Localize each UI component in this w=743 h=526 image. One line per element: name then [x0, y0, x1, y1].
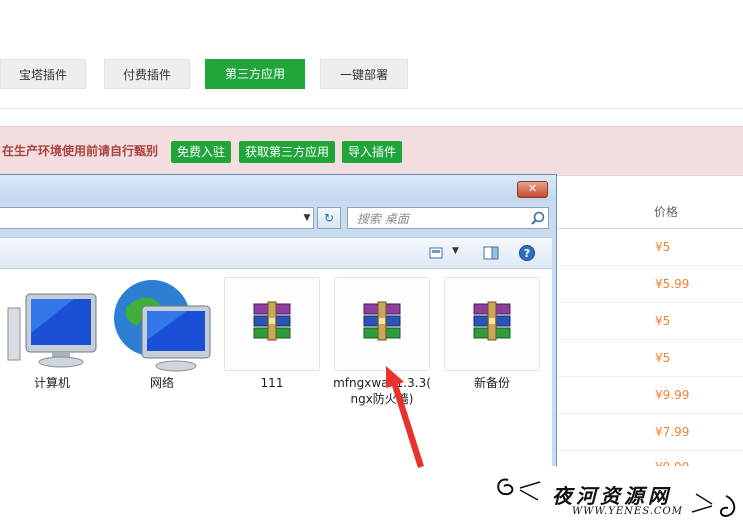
close-button[interactable]: ✕ — [517, 181, 548, 198]
refresh-icon: ↻ — [323, 211, 335, 225]
row-divider — [556, 339, 743, 340]
watermark-title: 夜河资源网 — [552, 484, 672, 508]
price-cell: ¥9.99 — [655, 388, 690, 402]
item-label-111: 111 — [260, 376, 284, 390]
red-arrow-annotation — [386, 366, 424, 468]
tabs-divider — [0, 108, 743, 109]
view-options-icon[interactable] — [428, 244, 446, 262]
tab-label: 付费插件 — [122, 68, 171, 82]
tab-one-click-deploy[interactable]: 一键部署 — [320, 59, 408, 89]
tab-label: 宝塔插件 — [18, 68, 67, 82]
item-label-network: 网络 — [149, 376, 174, 390]
search-placeholder: 搜索 桌面 — [357, 212, 409, 226]
row-divider — [556, 265, 743, 266]
price-cell: ¥5 — [655, 240, 671, 254]
help-icon[interactable]: ? — [518, 244, 536, 262]
row-divider — [556, 376, 743, 377]
row-divider — [556, 302, 743, 303]
price-cell: ¥5 — [655, 351, 671, 365]
price-column-header: 价格 — [654, 205, 679, 219]
tab-third-party-apps[interactable]: 第三方应用 — [205, 59, 305, 89]
tab-label: 一键部署 — [339, 68, 388, 82]
free-join-button[interactable]: 免费入驻 — [171, 141, 231, 163]
tab-label: 第三方应用 — [224, 67, 285, 81]
banner-text: 在生产环境使用前请自行甄别 — [2, 144, 159, 158]
watermark-url: WWW.YENES.COM — [572, 506, 683, 517]
view-dropdown-icon[interactable]: ▼ — [452, 246, 459, 256]
tab-paid-plugins[interactable]: 付费插件 — [104, 59, 190, 89]
explorer-titlebar[interactable] — [0, 175, 556, 201]
preview-pane-icon[interactable] — [482, 244, 500, 262]
search-icon[interactable] — [530, 210, 546, 226]
watermark: 夜河资源网 WWW.YENES.COM — [490, 466, 743, 526]
computer-icon[interactable] — [4, 288, 100, 372]
winrar-archive-icon — [473, 301, 511, 341]
explorer-toolbar — [0, 237, 552, 269]
price-cell: ¥7.99 — [655, 425, 690, 439]
svg-text:?: ? — [524, 247, 530, 260]
close-icon: ✕ — [527, 182, 538, 195]
price-cell: ¥5 — [655, 314, 671, 328]
chevron-down-icon[interactable]: ▼ — [300, 208, 314, 228]
item-label-new-backup: 新备份 — [473, 376, 510, 390]
winrar-archive-icon — [363, 301, 401, 341]
table-header-line — [556, 228, 743, 229]
row-divider — [556, 450, 743, 451]
price-cell: ¥5.99 — [655, 277, 690, 291]
tab-bt-plugins[interactable]: 宝塔插件 — [0, 59, 86, 89]
network-globe-icon[interactable] — [112, 278, 212, 372]
refresh-button[interactable]: ↻ — [317, 207, 341, 229]
winrar-archive-icon — [253, 301, 291, 341]
get-third-party-app-button[interactable]: 获取第三方应用 — [239, 141, 335, 163]
item-label-computer: 计算机 — [33, 376, 70, 390]
address-bar[interactable] — [0, 207, 314, 229]
import-plugin-button[interactable]: 导入插件 — [342, 141, 402, 163]
row-divider — [556, 413, 743, 414]
